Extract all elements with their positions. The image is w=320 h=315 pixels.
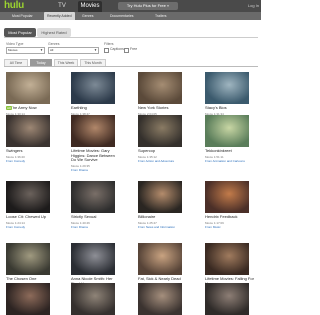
genres-label: Genres: [48, 42, 60, 46]
login-link[interactable]: Log In: [248, 3, 259, 8]
video-thumbnail[interactable]: [6, 243, 50, 275]
thumbnail-image: [71, 283, 115, 315]
video-thumbnail[interactable]: [138, 181, 182, 213]
divider: [4, 37, 258, 38]
video-type-value: Movies: [8, 48, 18, 52]
video-thumbnail[interactable]: [71, 243, 115, 275]
genres-select[interactable]: All ▼: [48, 47, 99, 54]
video-title[interactable]: The Chosen One: [6, 276, 56, 282]
video-genre-link[interactable]: From Music: [205, 225, 255, 229]
video-title[interactable]: Supercop: [138, 148, 188, 154]
try-hulu-plus-button[interactable]: Try Hulu Plus for Free »: [118, 2, 178, 10]
video-thumbnail[interactable]: [138, 72, 182, 104]
video-thumbnail[interactable]: [6, 181, 50, 213]
video-thumbnail[interactable]: [138, 283, 182, 315]
video-thumbnail[interactable]: [205, 181, 249, 213]
video-thumbnail[interactable]: [71, 283, 115, 315]
video-genre-link[interactable]: From Comedy: [6, 159, 56, 163]
thumbnail-image: [71, 181, 115, 213]
thumbnail-image: [6, 115, 50, 147]
subnav-documentaries[interactable]: Documentaries: [110, 12, 134, 20]
thumbnail-image: [205, 243, 249, 275]
thumbnail-image: [138, 283, 182, 315]
video-thumbnail[interactable]: [205, 72, 249, 104]
most-popular-button[interactable]: Most Popular: [4, 28, 36, 37]
captions-label: Captions: [110, 47, 124, 51]
video-thumbnail[interactable]: [71, 72, 115, 104]
hulu-logo[interactable]: hulu: [4, 0, 24, 12]
video-title[interactable]: Fat, Sick & Nearly Dead: [138, 276, 188, 282]
video-thumbnail[interactable]: [6, 115, 50, 147]
video-genre-link[interactable]: From Drama: [71, 168, 121, 172]
subnav-genres[interactable]: Genres: [82, 12, 93, 20]
video-thumbnail[interactable]: [205, 115, 249, 147]
video-title[interactable]: Strictly Sexual: [71, 214, 121, 220]
sub-nav: Most Popular Recently Added Genres Docum…: [0, 12, 261, 20]
video-title[interactable]: Stacy's Bios: [205, 105, 255, 111]
video-title[interactable]: Loose Cit: Chewed Up: [6, 214, 56, 220]
video-thumbnail[interactable]: [205, 243, 249, 275]
video-genre-link[interactable]: From Action and Adventure: [138, 159, 188, 163]
video-thumbnail[interactable]: [71, 181, 115, 213]
thumbnail-image: [205, 115, 249, 147]
video-title[interactable]: New York Stories: [138, 105, 188, 111]
thumbnail-image: [205, 181, 249, 213]
video-title[interactable]: Lifetime Movies: Gary Higgins: Dance Bet…: [71, 148, 121, 163]
video-thumbnail[interactable]: [205, 283, 249, 315]
filters-label: Filters: [104, 42, 114, 46]
video-thumbnail[interactable]: [6, 72, 50, 104]
thumbnail-image: [138, 115, 182, 147]
chevron-down-icon: ▼: [94, 48, 97, 52]
video-genre-link[interactable]: From Comedy: [6, 225, 56, 229]
tabs-divider: [4, 66, 258, 67]
video-type-select[interactable]: Movies ▼: [6, 47, 45, 54]
video-title[interactable]: Hendrix Feedback: [205, 214, 255, 220]
genres-value: All: [50, 48, 54, 52]
highest-rated-button[interactable]: Highest Rated: [37, 28, 71, 37]
thumbnail-image: [138, 72, 182, 104]
video-title[interactable]: In The Army Now: [6, 105, 56, 111]
video-type-label: Video Type: [6, 42, 24, 46]
captions-checkbox[interactable]: [104, 48, 109, 53]
thumbnail-image: [71, 115, 115, 147]
tab-movies[interactable]: Movies: [78, 1, 102, 12]
video-genre-link[interactable]: From News and Information: [138, 225, 188, 229]
thumbnail-image: [6, 181, 50, 213]
video-thumbnail[interactable]: [138, 243, 182, 275]
free-label: Free: [130, 47, 138, 51]
subnav-recently-added[interactable]: Recently Added: [44, 12, 75, 20]
video-title[interactable]: Swingers: [6, 148, 56, 154]
hd-badge-icon: HD: [6, 106, 13, 110]
thumbnail-image: [205, 72, 249, 104]
thumbnail-image: [71, 243, 115, 275]
thumbnail-image: [205, 283, 249, 315]
thumbnail-image: [6, 243, 50, 275]
video-title[interactable]: Tekkonkinkreet: [205, 148, 255, 154]
top-bar: hulu TV Movies Try Hulu Plus for Free » …: [0, 0, 261, 12]
video-thumbnail[interactable]: [71, 115, 115, 147]
video-title[interactable]: Billionaire: [138, 214, 188, 220]
video-thumbnail[interactable]: [6, 283, 50, 315]
thumbnail-image: [138, 243, 182, 275]
free-checkbox[interactable]: [124, 48, 129, 53]
thumbnail-image: [6, 283, 50, 315]
subnav-most-popular[interactable]: Most Popular: [12, 12, 33, 20]
video-thumbnail[interactable]: [138, 115, 182, 147]
thumbnail-image: [138, 181, 182, 213]
chevron-down-icon: ▼: [40, 48, 43, 52]
thumbnail-image: [6, 72, 50, 104]
thumbnail-image: [71, 72, 115, 104]
tab-tv[interactable]: TV: [50, 1, 74, 12]
video-genre-link[interactable]: From Drama: [71, 225, 121, 229]
video-genre-link[interactable]: From Animation and Cartoons: [205, 159, 255, 163]
subnav-trailers[interactable]: Trailers: [155, 12, 167, 20]
video-title[interactable]: Earthling: [71, 105, 121, 111]
